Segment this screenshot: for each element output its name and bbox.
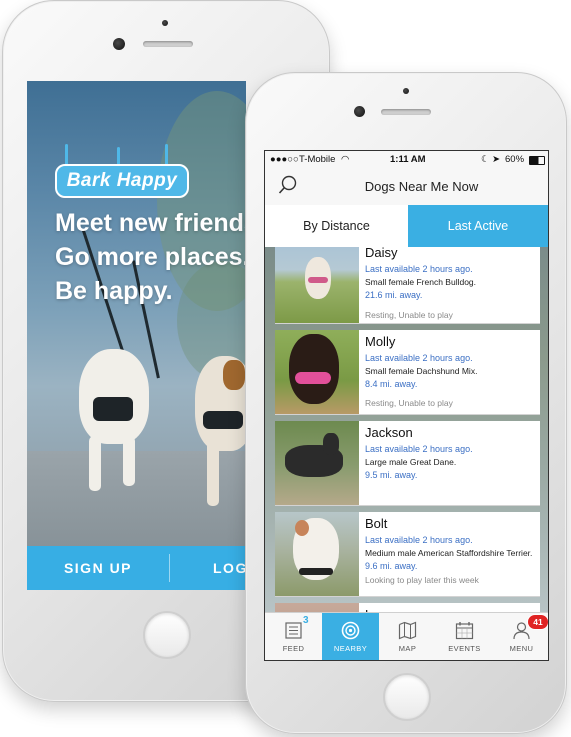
dog-photo-bolt xyxy=(275,512,359,596)
nearby-icon xyxy=(341,621,360,640)
divider xyxy=(169,554,170,582)
dog-photo-molly xyxy=(275,330,359,414)
nearby-dogs-screen: ●●●○○ T-Mobile ◠ 1:11 AM ☾ ➤ 60% Dogs Ne… xyxy=(264,150,549,661)
bark-happy-logo: Bark Happy xyxy=(55,144,190,202)
dog-card-body: Daisy Last available 2 hours ago. Small … xyxy=(365,247,536,320)
front-camera-icon xyxy=(354,106,365,117)
dog-description: Medium male American Staffordshire Terri… xyxy=(365,548,533,558)
dog-distance: 8.4 mi. away. xyxy=(365,379,418,389)
dog-photo-left xyxy=(79,349,149,444)
dog-card-body: Bolt Last available 2 hours ago. Medium … xyxy=(365,512,536,585)
dog-status: Resting, Unable to play xyxy=(365,398,453,408)
last-available: Last available 2 hours ago. xyxy=(365,264,473,274)
last-available: Last available 2 hours ago. xyxy=(365,535,473,545)
tab-label: FEED xyxy=(282,644,305,653)
dog-leg xyxy=(89,436,101,491)
dog-collar xyxy=(299,568,333,575)
dog-figure xyxy=(289,334,339,404)
dog-description: Small female Dachshund Mix. xyxy=(365,366,478,376)
notification-badge: 41 xyxy=(527,614,548,630)
feed-badge: 3 xyxy=(303,615,309,626)
wifi-icon: ◠ xyxy=(341,154,350,165)
segment-last-active[interactable]: Last Active xyxy=(408,205,548,247)
dog-collar xyxy=(308,277,328,283)
feed-icon xyxy=(285,622,302,639)
harness xyxy=(203,411,243,429)
dog-figure xyxy=(323,433,339,455)
walker-figure-icon xyxy=(65,144,68,166)
walker-figure-icon xyxy=(117,147,120,165)
earpiece-speaker xyxy=(381,109,431,115)
dog-photo-right xyxy=(195,356,246,451)
dog-distance: 9.6 mi. away. xyxy=(365,561,418,571)
tab-label: NEARBY xyxy=(333,644,368,653)
tab-nearby[interactable]: NEARBY xyxy=(322,613,379,660)
dog-description: Small female French Bulldog. xyxy=(365,277,477,287)
carrier-label: T-Mobile xyxy=(299,154,336,165)
home-button[interactable] xyxy=(143,611,191,659)
page-title: Dogs Near Me Now xyxy=(364,179,479,194)
logo-text: Bark Happy xyxy=(55,164,189,198)
dog-name: Molly xyxy=(365,334,396,349)
dog-distance: 9.5 mi. away. xyxy=(365,470,418,480)
battery-icon xyxy=(529,156,545,165)
dog-card-body: Jackson Last available 2 hours ago. Larg… xyxy=(365,421,536,480)
tab-feed[interactable]: 3 FEED xyxy=(265,613,322,660)
dog-ear xyxy=(223,360,245,390)
dog-card-bolt[interactable]: Bolt Last available 2 hours ago. Medium … xyxy=(275,512,540,597)
sort-segmented-control: By Distance Last Active xyxy=(265,205,548,247)
tagline-line-1: Meet new friends. xyxy=(55,209,246,237)
last-available: Last available 2 hours ago. xyxy=(365,353,473,363)
dog-leg xyxy=(207,441,219,506)
calendar-icon xyxy=(455,622,474,640)
dog-name: Daisy xyxy=(365,247,398,260)
dog-card-jackson[interactable]: Jackson Last available 2 hours ago. Larg… xyxy=(275,421,540,506)
walker-figure-icon xyxy=(165,144,168,166)
welcome-screen: Bark Happy Meet new friends. Go more pla… xyxy=(27,81,246,590)
dog-marking xyxy=(295,520,309,536)
harness xyxy=(93,397,133,421)
battery-percent: 60% xyxy=(505,154,525,165)
front-camera-icon xyxy=(113,38,125,50)
bottom-tab-bar: 3 FEED NEARBY MAP EVENTS 41 MENU xyxy=(265,612,548,660)
dog-name: Bolt xyxy=(365,516,388,531)
dog-card-molly[interactable]: Molly Last available 2 hours ago. Small … xyxy=(275,330,540,415)
sensor-dot xyxy=(403,88,409,94)
dog-collar xyxy=(295,372,331,384)
dog-name: Jackson xyxy=(365,425,413,440)
dog-status: Resting, Unable to play xyxy=(365,310,453,320)
status-bar: ●●●○○ T-Mobile ◠ 1:11 AM ☾ ➤ 60% xyxy=(265,151,548,169)
navigation-bar: Dogs Near Me Now xyxy=(265,169,548,206)
dog-status: Looking to play later this week xyxy=(365,575,479,585)
sign-up-button[interactable]: SIGN UP xyxy=(27,546,169,590)
phone-front-frame: ●●●○○ T-Mobile ◠ 1:11 AM ☾ ➤ 60% Dogs Ne… xyxy=(245,72,567,734)
dog-distance: 21.6 mi. away. xyxy=(365,290,423,300)
sensor-dot xyxy=(162,20,168,26)
signal-icon: ●●●○○ xyxy=(270,154,299,165)
tagline-line-2: Go more places. xyxy=(55,243,246,271)
tab-map[interactable]: MAP xyxy=(379,613,436,660)
log-in-button[interactable]: LOG IN xyxy=(213,546,246,590)
segment-by-distance[interactable]: By Distance xyxy=(265,205,408,247)
last-available: Last available 2 hours ago. xyxy=(365,444,473,454)
earpiece-speaker xyxy=(143,41,193,47)
tab-label: MENU xyxy=(509,644,534,653)
location-arrow-icon: ☾ ➤ xyxy=(481,154,501,165)
tab-label: EVENTS xyxy=(448,644,481,653)
map-icon xyxy=(398,621,417,640)
tab-label: MAP xyxy=(398,644,417,653)
dog-card-daisy[interactable]: Daisy Last available 2 hours ago. Small … xyxy=(275,247,540,324)
dog-photo-daisy xyxy=(275,247,359,323)
tab-events[interactable]: EVENTS xyxy=(436,613,493,660)
tab-menu[interactable]: 41 MENU xyxy=(493,613,548,660)
dog-leg xyxy=(123,436,135,486)
dog-card-body: Molly Last available 2 hours ago. Small … xyxy=(365,330,536,408)
tagline-line-3: Be happy. xyxy=(55,277,173,305)
dog-photo-jackson xyxy=(275,421,359,505)
clock: 1:11 AM xyxy=(390,154,426,165)
auth-button-bar: SIGN UP LOG IN xyxy=(27,546,246,590)
dog-description: Large male Great Dane. xyxy=(365,457,457,467)
dog-list[interactable]: Daisy Last available 2 hours ago. Small … xyxy=(265,247,548,615)
home-button[interactable] xyxy=(383,673,431,721)
